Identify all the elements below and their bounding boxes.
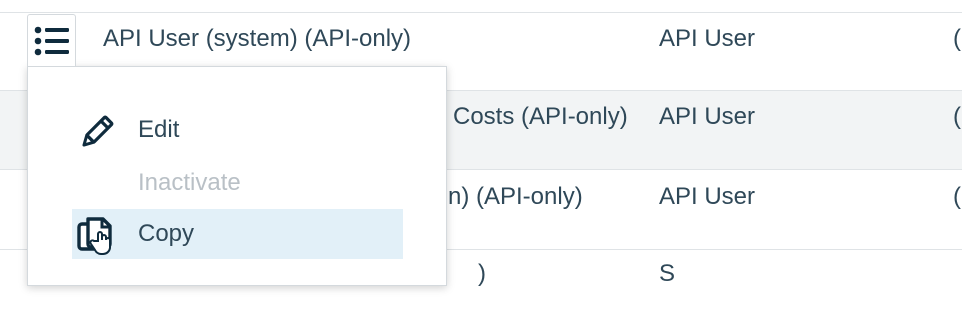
truncated-cell: ( [953, 183, 961, 210]
user-role-cell: S [659, 260, 676, 287]
menu-item-label: Edit [138, 116, 180, 143]
user-role-cell: API User [659, 183, 756, 210]
menu-item-copy[interactable]: Copy [72, 209, 403, 259]
user-name-cell: n) (API-only) [448, 183, 583, 210]
menu-item-edit[interactable]: Edit [72, 105, 403, 155]
row-actions-dropdown: Edit Inactivate Copy [27, 66, 447, 286]
user-name-cell: API User (system) (API-only) [103, 25, 412, 52]
copy-icon [77, 217, 112, 255]
pencil-icon [82, 115, 114, 147]
menu-item-inactivate: Inactivate [72, 158, 403, 208]
truncated-cell: ( [953, 103, 961, 130]
user-role-cell: API User [659, 103, 756, 130]
truncated-cell: ( [953, 25, 961, 52]
list-icon [34, 26, 69, 55]
row-actions-menu-button[interactable] [27, 14, 76, 66]
menu-item-label: Copy [138, 220, 195, 247]
user-name-cell: Costs (API-only) [453, 103, 628, 130]
user-role-cell: API User [659, 25, 756, 52]
menu-item-label: Inactivate [138, 169, 241, 196]
user-name-cell: ) [478, 260, 486, 287]
